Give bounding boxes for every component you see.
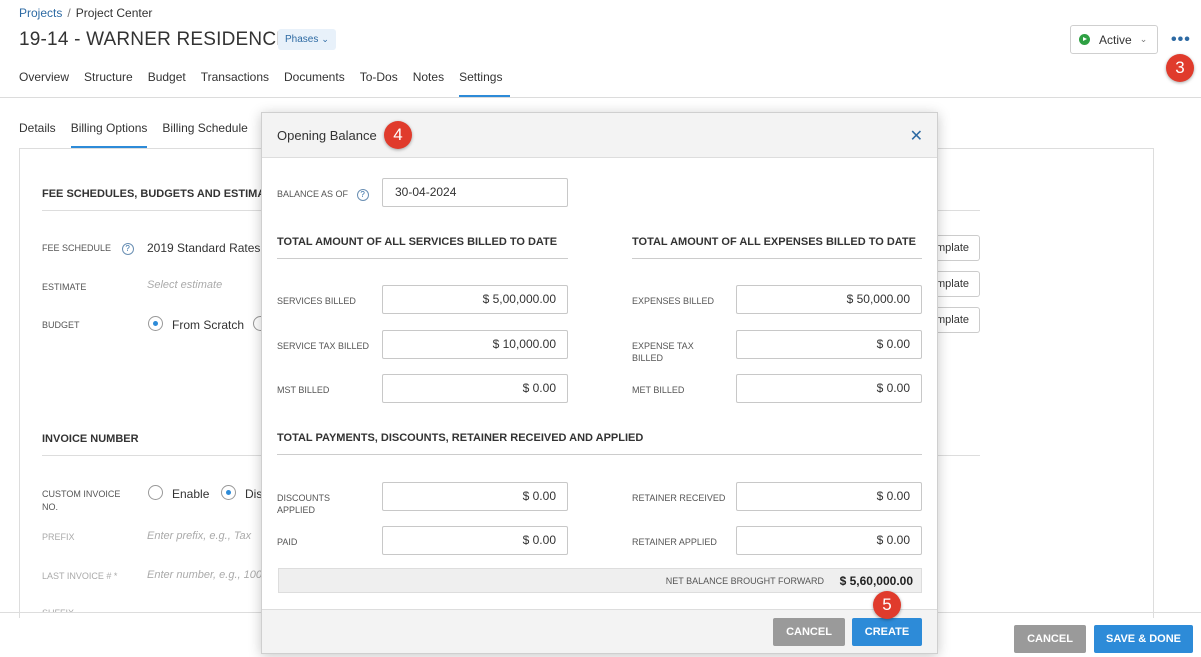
retainer-applied-input[interactable]: $ 0.00 bbox=[736, 526, 922, 555]
breadcrumb-current: Project Center bbox=[75, 6, 153, 20]
services-billed-label: SERVICES BILLED bbox=[277, 296, 356, 306]
section-invoice-number: INVOICE NUMBER bbox=[42, 433, 139, 445]
expenses-billed-label: EXPENSES BILLED bbox=[632, 296, 715, 306]
budget-label: BUDGET bbox=[42, 320, 80, 330]
paid-input[interactable]: $ 0.00 bbox=[382, 526, 568, 555]
expense-tax-billed-input[interactable]: $ 0.00 bbox=[736, 330, 922, 359]
help-icon[interactable]: ? bbox=[121, 243, 134, 255]
paid-label: PAID bbox=[277, 537, 298, 547]
last-invoice-input[interactable]: Enter number, e.g., 100 bbox=[147, 569, 262, 581]
tab-transactions[interactable]: Transactions bbox=[201, 70, 277, 97]
expense-tax-billed-label: EXPENSE TAX BILLED bbox=[632, 341, 694, 363]
mst-billed-input[interactable]: $ 0.00 bbox=[382, 374, 568, 403]
status-dropdown[interactable]: Active ⌄ bbox=[1070, 25, 1158, 54]
services-billed-input[interactable]: $ 5,00,000.00 bbox=[382, 285, 568, 314]
section-fee-schedules: FEE SCHEDULES, BUDGETS AND ESTIMATE bbox=[42, 188, 279, 200]
budget-from-scratch-radio[interactable] bbox=[148, 316, 163, 331]
tab-overview[interactable]: Overview bbox=[19, 70, 77, 97]
modal-header: Opening Balance ✕ bbox=[262, 113, 937, 158]
subtab-billing-schedule[interactable]: Billing Schedule bbox=[162, 121, 247, 148]
mst-billed-label: MST BILLED bbox=[277, 385, 330, 395]
custom-invoice-label: CUSTOM INVOICE NO. bbox=[42, 489, 121, 512]
last-invoice-label: LAST INVOICE # * bbox=[42, 571, 118, 581]
breadcrumb: Projects / Project Center bbox=[19, 6, 152, 20]
expenses-section-title: TOTAL AMOUNT OF ALL EXPENSES BILLED TO D… bbox=[632, 236, 916, 248]
prefix-label: PREFIX bbox=[42, 532, 75, 542]
section-divider bbox=[632, 258, 922, 259]
tab-documents[interactable]: Documents bbox=[284, 70, 353, 97]
payments-section-title: TOTAL PAYMENTS, DISCOUNTS, RETAINER RECE… bbox=[277, 432, 644, 444]
budget-from-scratch-label: From Scratch bbox=[172, 318, 245, 332]
step-badge-5: 5 bbox=[873, 591, 901, 619]
breadcrumb-projects-link[interactable]: Projects bbox=[19, 6, 62, 20]
modal-footer: CANCEL CREATE bbox=[262, 609, 937, 653]
create-button[interactable]: CREATE bbox=[852, 618, 922, 646]
met-billed-label: MET BILLED bbox=[632, 385, 685, 395]
chevron-down-icon: ⌄ bbox=[1139, 34, 1148, 44]
opening-balance-modal: Opening Balance ✕ BALANCE AS OF ? 30-04-… bbox=[261, 112, 938, 654]
modal-title: Opening Balance bbox=[277, 128, 377, 143]
discounts-applied-label: DISCOUNTS APPLIED bbox=[277, 493, 331, 515]
invoice-enable-radio[interactable] bbox=[148, 485, 163, 500]
met-billed-input[interactable]: $ 0.00 bbox=[736, 374, 922, 403]
prefix-input[interactable]: Enter prefix, e.g., Tax bbox=[147, 530, 251, 542]
invoice-enable-label: Enable bbox=[172, 487, 210, 501]
retainer-applied-label: RETAINER APPLIED bbox=[632, 537, 717, 547]
tab-settings[interactable]: Settings bbox=[459, 70, 511, 97]
discounts-applied-input[interactable]: $ 0.00 bbox=[382, 482, 568, 511]
service-tax-billed-label: SERVICE TAX BILLED bbox=[277, 341, 370, 351]
main-tabs: Overview Structure Budget Transactions D… bbox=[19, 70, 517, 97]
chevron-down-icon: ⌄ bbox=[321, 34, 329, 44]
section-divider bbox=[277, 454, 922, 455]
estimate-label: ESTIMATE bbox=[42, 282, 87, 292]
service-tax-billed-input[interactable]: $ 10,000.00 bbox=[382, 330, 568, 359]
net-balance-label: NET BALANCE BROUGHT FORWARD bbox=[665, 576, 824, 586]
tab-structure[interactable]: Structure bbox=[84, 70, 141, 97]
estimate-select[interactable]: Select estimate bbox=[147, 279, 222, 291]
net-balance-bar: NET BALANCE BROUGHT FORWARD $ 5,60,000.0… bbox=[278, 568, 922, 593]
tab-budget[interactable]: Budget bbox=[148, 70, 194, 97]
close-icon[interactable]: ✕ bbox=[910, 126, 923, 146]
expenses-billed-input[interactable]: $ 50,000.00 bbox=[736, 285, 922, 314]
page-cancel-button[interactable]: CANCEL bbox=[1014, 625, 1086, 653]
subtab-billing-options[interactable]: Billing Options bbox=[70, 121, 148, 148]
fee-schedule-value[interactable]: 2019 Standard Rates bbox=[147, 241, 260, 255]
services-section-title: TOTAL AMOUNT OF ALL SERVICES BILLED TO D… bbox=[277, 236, 558, 248]
balance-as-of-label: BALANCE AS OF ? bbox=[277, 188, 369, 201]
help-icon[interactable]: ? bbox=[356, 189, 369, 201]
modal-cancel-button[interactable]: CANCEL bbox=[773, 618, 845, 646]
status-label: Active bbox=[1099, 32, 1132, 47]
breadcrumb-separator: / bbox=[67, 6, 71, 20]
header-divider bbox=[0, 97, 1201, 98]
play-icon bbox=[1079, 34, 1090, 45]
page-title: 19-14 - WARNER RESIDENCE bbox=[19, 29, 290, 50]
phases-dropdown[interactable]: Phases ⌄ bbox=[278, 29, 336, 50]
tab-todos[interactable]: To-Dos bbox=[360, 70, 406, 97]
save-and-done-button[interactable]: SAVE & DONE bbox=[1094, 625, 1193, 653]
net-balance-value: $ 5,60,000.00 bbox=[839, 574, 913, 588]
subtab-details[interactable]: Details bbox=[19, 121, 56, 148]
step-badge-4: 4 bbox=[384, 121, 412, 149]
balance-as-of-input[interactable]: 30-04-2024 bbox=[382, 178, 568, 207]
more-options-icon[interactable]: ••• bbox=[1171, 31, 1191, 49]
phases-label: Phases bbox=[285, 34, 319, 45]
invoice-disable-label: Dis bbox=[245, 487, 263, 501]
tab-notes[interactable]: Notes bbox=[413, 70, 452, 97]
section-divider bbox=[277, 258, 568, 259]
retainer-received-input[interactable]: $ 0.00 bbox=[736, 482, 922, 511]
invoice-disable-radio[interactable] bbox=[221, 485, 236, 500]
retainer-received-label: RETAINER RECEIVED bbox=[632, 493, 726, 503]
step-badge-3: 3 bbox=[1166, 54, 1194, 82]
fee-schedule-label: FEE SCHEDULE ? bbox=[42, 243, 134, 255]
settings-sub-tabs: Details Billing Options Billing Schedule… bbox=[19, 121, 292, 148]
